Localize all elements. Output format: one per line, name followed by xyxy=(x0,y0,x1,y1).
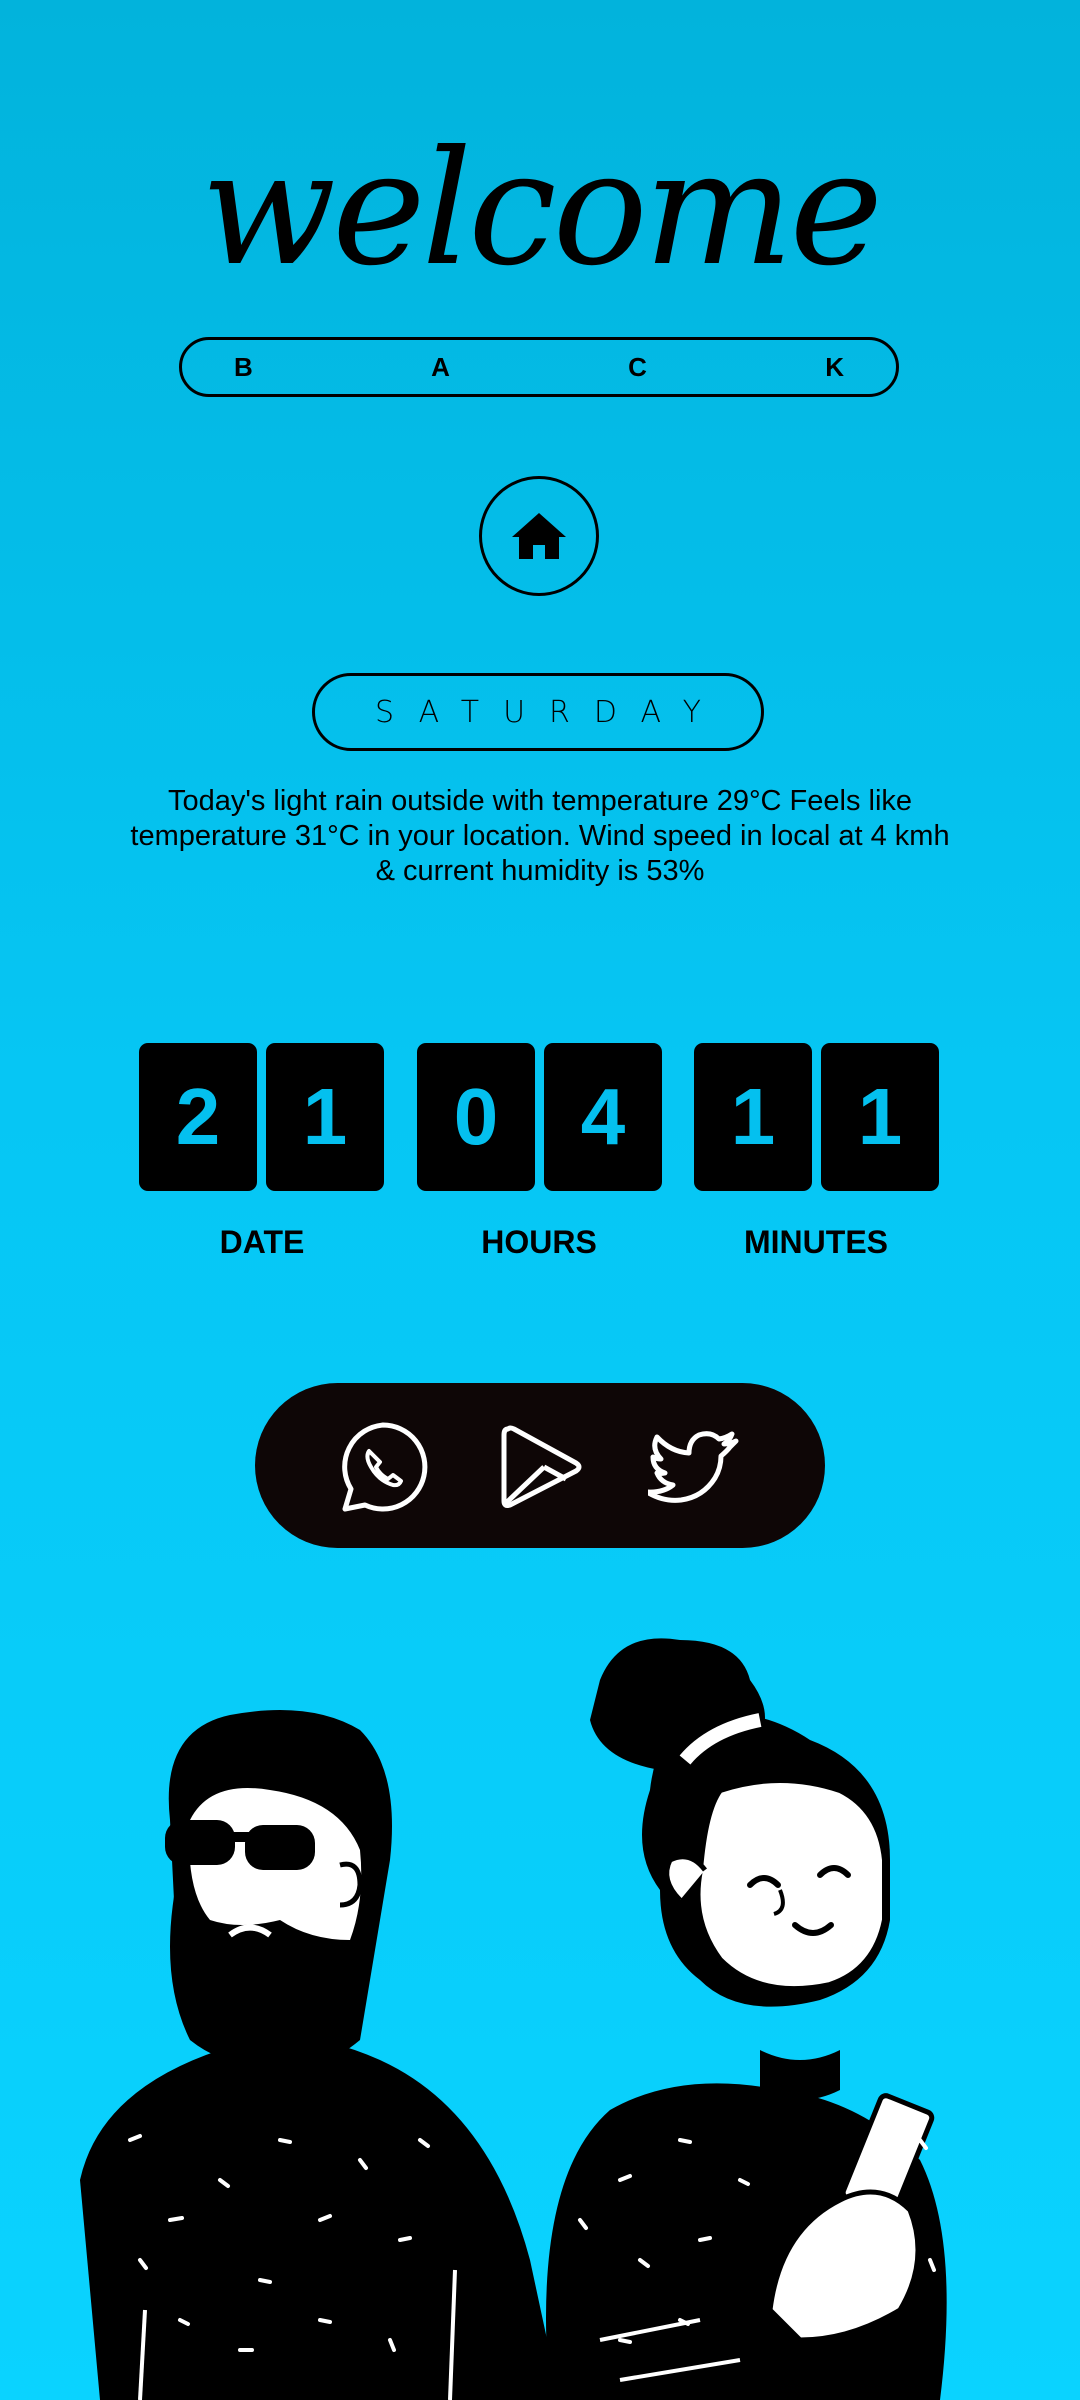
back-letter: C xyxy=(628,351,647,382)
weather-summary: Today's light rain outside with temperat… xyxy=(130,785,950,887)
man-figure xyxy=(80,1710,560,2400)
minute-digit: 1 xyxy=(821,1043,939,1191)
back-letter: K xyxy=(825,351,844,382)
home-button[interactable] xyxy=(479,476,599,596)
people-illustration xyxy=(80,1638,947,2400)
welcome-title: welcome xyxy=(200,117,883,301)
social-bar xyxy=(255,1383,825,1548)
hours-label: HOURS xyxy=(481,1224,597,1260)
home-icon xyxy=(512,513,566,559)
date-label: DATE xyxy=(219,1224,305,1260)
hour-digit: 4 xyxy=(544,1043,662,1191)
whatsapp-icon[interactable] xyxy=(335,1419,431,1515)
minute-digit: 1 xyxy=(694,1043,812,1191)
back-subtitle: B A C K xyxy=(179,337,899,397)
date-digit: 2 xyxy=(139,1043,257,1191)
play-store-icon[interactable] xyxy=(492,1419,588,1515)
hour-digit: 0 xyxy=(417,1043,535,1191)
twitter-icon[interactable] xyxy=(648,1419,744,1515)
date-digit: 1 xyxy=(266,1043,384,1191)
back-letter: A xyxy=(431,351,450,382)
minutes-label: MINUTES xyxy=(744,1224,888,1260)
woman-figure xyxy=(546,1638,947,2400)
day-label: SATURDAY xyxy=(374,694,725,730)
back-letter: B xyxy=(234,351,253,382)
day-badge: SATURDAY xyxy=(312,673,764,751)
